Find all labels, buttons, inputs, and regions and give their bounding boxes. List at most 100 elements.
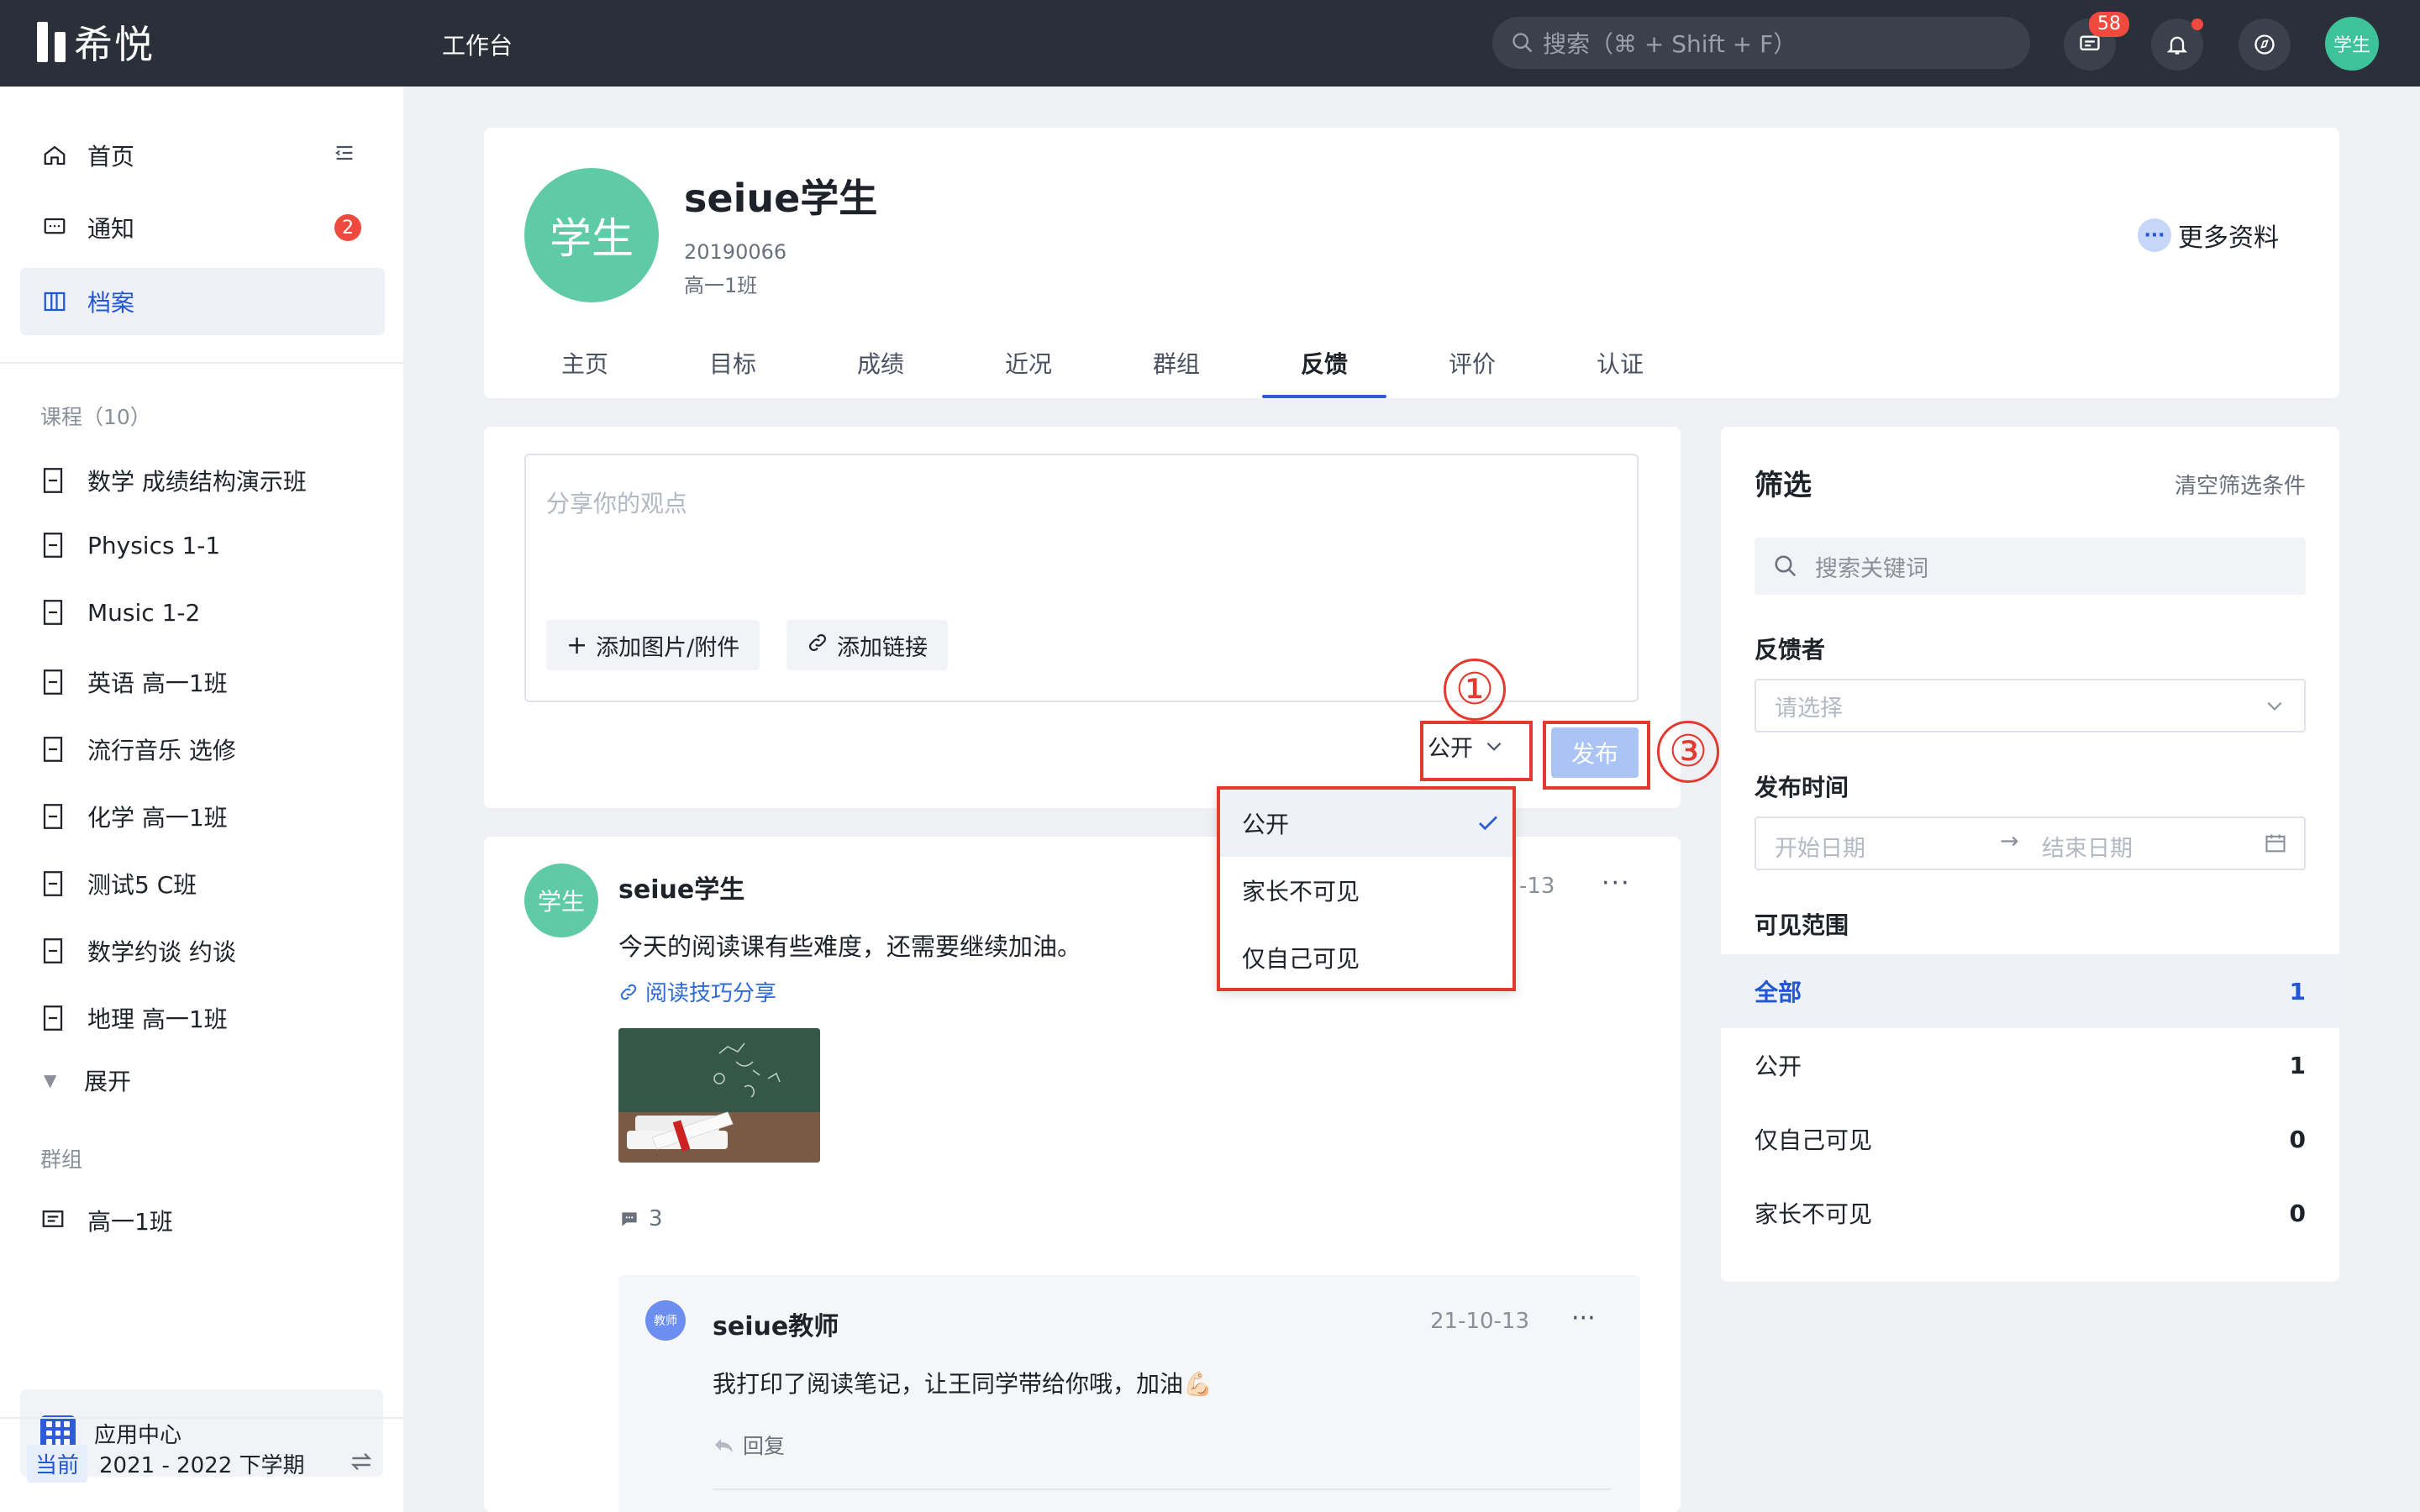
more-info-label: 更多资料	[2178, 223, 2279, 253]
comment-icon	[622, 1212, 637, 1226]
courses-section-label: 课程（10）	[40, 405, 151, 429]
sidebar-course-label: 流行音乐 选修	[87, 737, 236, 764]
profile-tab[interactable]: 目标	[659, 339, 807, 398]
more-dots-icon: ···	[2138, 218, 2171, 252]
post-text: 今天的阅读课有些难度，还需要继续加油。	[618, 932, 1082, 961]
profile-tab[interactable]: 群组	[1102, 339, 1250, 398]
sidebar-course-item[interactable]: 数学 成绩结构演示班	[40, 464, 307, 497]
sidebar-course-item[interactable]: 测试5 C班	[40, 867, 197, 900]
add-attachment-button[interactable]: + 添加图片/附件	[546, 620, 760, 670]
visibility-option-public[interactable]: 公开	[1220, 790, 1512, 857]
sidebar-course-item[interactable]: 英语 高一1班	[40, 665, 228, 699]
course-icon	[40, 1004, 66, 1032]
swap-term-icon[interactable]	[348, 1448, 375, 1478]
option-label: 公开	[1242, 811, 1290, 838]
visibility-range-label: 可见范围	[1754, 911, 1849, 939]
bell-icon	[2166, 36, 2188, 55]
sidebar-course-label: 测试5 C班	[87, 871, 197, 899]
visibility-filter-label: 家长不可见	[1754, 1200, 1873, 1228]
notifications-badge: 2	[334, 214, 361, 241]
global-search-input[interactable]: 搜索（⌘ + Shift + F）	[1492, 17, 2030, 69]
annotation-number-3: ③	[1657, 721, 1719, 783]
reply-author-name[interactable]: seiue教师	[713, 1305, 839, 1342]
sidebar-course-item[interactable]: 地理 高一1班	[40, 1001, 228, 1035]
user-avatar[interactable]: 学生	[2325, 17, 2379, 71]
add-attachment-label: 添加图片/附件	[596, 634, 740, 661]
reply-icon	[715, 1439, 733, 1452]
visibility-filter-public[interactable]: 公开 1	[1721, 1028, 2339, 1102]
option-label: 仅自己可见	[1242, 945, 1360, 973]
expand-label: 展开	[84, 1068, 132, 1095]
post-more-button[interactable]: ···	[1602, 869, 1631, 898]
chat-icon	[40, 213, 69, 242]
sidebar-group-item[interactable]: 高一1班	[40, 1204, 173, 1237]
link-icon	[620, 984, 637, 1000]
profile-tab[interactable]: 近况	[955, 339, 1102, 398]
visibility-filter-all[interactable]: 全部 1	[1721, 954, 2339, 1028]
post-link[interactable]: 阅读技巧分享	[618, 976, 776, 1007]
post-author-avatar: 学生	[524, 864, 598, 937]
visibility-filter-count: 1	[2289, 1051, 2306, 1079]
group-icon	[40, 1206, 66, 1235]
add-link-button[interactable]: 添加链接	[786, 620, 948, 670]
sidebar-course-item[interactable]: 流行音乐 选修	[40, 732, 236, 766]
visibility-filter-private[interactable]: 仅自己可见 0	[1721, 1102, 2339, 1176]
visibility-option-hide-parents[interactable]: 家长不可见	[1220, 857, 1512, 924]
sidebar-item-label: 档案	[87, 289, 135, 317]
visibility-filter-hide-parents[interactable]: 家长不可见 0	[1721, 1176, 2339, 1250]
groups-section-label: 群组	[40, 1147, 83, 1172]
sidebar-course-item[interactable]: Music 1-2	[40, 598, 200, 627]
visibility-filter-label: 全部	[1754, 979, 1802, 1006]
messages-badge: 58	[2089, 12, 2129, 37]
expand-courses-button[interactable]: ▼ 展开	[44, 1063, 131, 1097]
visibility-option-private[interactable]: 仅自己可见	[1220, 924, 1512, 991]
profile-tabs: 主页 目标 成绩 近况 群组 反馈 评价 认证	[511, 339, 1694, 398]
sidebar-course-label: 数学 成绩结构演示班	[87, 468, 307, 496]
check-icon	[1479, 816, 1497, 831]
term-selector[interactable]: 当前 2021 - 2022 下学期	[27, 1445, 305, 1483]
course-icon	[40, 802, 66, 831]
feedbacker-select[interactable]: 请选择	[1754, 679, 2306, 732]
link-icon	[807, 631, 829, 660]
post-image-thumbnail[interactable]	[618, 1028, 820, 1163]
visibility-filter-count: 0	[2289, 1125, 2306, 1153]
collapse-sidebar-icon[interactable]	[333, 141, 356, 171]
sidebar-item-archive[interactable]: 档案	[20, 268, 385, 335]
post-comments-count[interactable]: 3	[618, 1206, 663, 1231]
archive-icon	[40, 287, 69, 316]
annotation-number-1: ①	[1444, 659, 1506, 721]
post-author-name[interactable]: seiue学生	[618, 869, 744, 906]
annotation-box-publish	[1543, 721, 1650, 790]
help-button[interactable]	[2238, 18, 2291, 71]
reply-more-button[interactable]: ···	[1571, 1304, 1596, 1333]
more-info-button[interactable]: ··· 更多资料	[2138, 217, 2279, 254]
app-logo[interactable]: 希悦	[37, 18, 155, 67]
annotation-box-visibility	[1420, 721, 1533, 781]
sidebar-course-item[interactable]: 化学 高一1班	[40, 800, 228, 833]
feedbacker-placeholder: 请选择	[1775, 695, 1843, 722]
clear-filters-button[interactable]: 清空筛选条件	[2175, 469, 2306, 500]
profile-tab[interactable]: 认证	[1546, 339, 1694, 398]
sidebar: 首页 通知 2 档案 课程（10） 数学 成绩结构演示班 Physics 1-1 M…	[0, 87, 403, 1512]
date-range-picker[interactable]: 开始日期 → 结束日期	[1754, 816, 2306, 870]
arrow-right-icon: →	[2000, 828, 2019, 854]
course-icon	[40, 466, 66, 495]
sidebar-course-item[interactable]: 数学约谈 约谈	[40, 934, 236, 968]
sidebar-item-notifications[interactable]: 通知 2	[20, 194, 385, 261]
sidebar-course-item[interactable]: Physics 1-1	[40, 531, 220, 559]
filter-panel: 筛选 清空筛选条件 搜索关键词 反馈者 请选择 发布时间 开始日期 → 结束日期…	[1721, 427, 2339, 1282]
profile-tab[interactable]: 反馈	[1250, 339, 1398, 398]
reply-text: 我打印了阅读笔记，让王同学带给你哦，加油💪🏻	[713, 1370, 1213, 1398]
reply-button[interactable]: 回复	[713, 1430, 785, 1460]
sidebar-item-home[interactable]: 首页	[20, 122, 385, 189]
sidebar-course-label: 英语 高一1班	[87, 669, 228, 697]
filter-search-input[interactable]: 搜索关键词	[1754, 538, 2306, 595]
profile-tab[interactable]: 成绩	[807, 339, 955, 398]
workbench-link[interactable]: 工作台	[442, 28, 513, 61]
plus-icon: +	[566, 630, 588, 660]
profile-tab[interactable]: 评价	[1398, 339, 1546, 398]
sidebar-divider-bottom	[0, 1417, 403, 1419]
profile-tab[interactable]: 主页	[511, 339, 659, 398]
visibility-filter-count: 0	[2289, 1199, 2306, 1227]
reply-divider	[713, 1488, 1612, 1490]
